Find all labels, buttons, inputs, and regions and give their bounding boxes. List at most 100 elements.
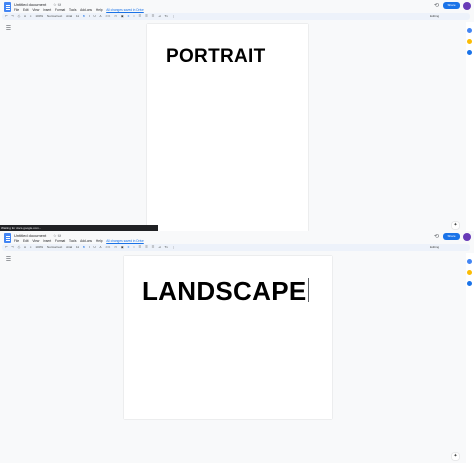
document-page[interactable]: PORTRAIT (147, 24, 308, 231)
document-page[interactable]: LANDSCAPE (124, 256, 332, 419)
share-button[interactable]: Share (443, 233, 460, 240)
text-color-button[interactable]: A (99, 13, 101, 20)
text-cursor (307, 278, 309, 302)
menu-tools[interactable]: Tools (69, 8, 76, 12)
bullets-icon[interactable]: ☰ (145, 13, 148, 20)
portrait-heading[interactable]: PORTRAIT (166, 46, 266, 68)
menu-format[interactable]: Format (55, 8, 65, 12)
bold-button[interactable]: B (83, 13, 85, 20)
docs-window-landscape: Untitled document ☆ ⛁ File Edit View Ins… (0, 231, 474, 463)
docs-logo-icon[interactable] (4, 233, 11, 243)
line-spacing-icon[interactable]: ↕ (133, 13, 135, 20)
avatar[interactable] (463, 233, 471, 241)
comment-icon[interactable]: ▭ (114, 13, 117, 20)
paint-format-icon[interactable]: ⌖ (30, 244, 32, 251)
menu-file[interactable]: File (14, 239, 19, 243)
bold-button[interactable]: B (83, 244, 85, 251)
menu-addons[interactable]: Add-ons (80, 239, 92, 243)
undo-icon[interactable]: ↶ (5, 244, 8, 251)
menu-bar: File Edit View Insert Format Tools Add-o… (14, 239, 147, 243)
comment-icon[interactable]: ▭ (114, 244, 117, 251)
menu-bar: File Edit View Insert Format Tools Add-o… (14, 8, 147, 12)
document-title[interactable]: Untitled document (14, 2, 46, 7)
checklist-icon[interactable]: ☰ (139, 13, 142, 20)
menu-edit[interactable]: Edit (23, 239, 29, 243)
image-icon[interactable]: ▣ (121, 244, 124, 251)
italic-button[interactable]: I (89, 244, 90, 251)
outline-icon[interactable]: ☰ (5, 257, 12, 264)
zoom-select[interactable]: 100% (35, 244, 43, 251)
menu-help[interactable]: Help (96, 239, 103, 243)
align-icon[interactable]: ≡ (128, 244, 130, 251)
style-select[interactable]: Normal text (47, 244, 62, 251)
share-button[interactable]: Share (443, 2, 460, 9)
font-select[interactable]: Arial (66, 244, 72, 251)
link-icon[interactable]: ⊂⊃ (105, 13, 110, 20)
menu-edit[interactable]: Edit (23, 8, 29, 12)
more-icon[interactable]: ⋮ (172, 244, 175, 251)
menu-format[interactable]: Format (55, 239, 65, 243)
avatar[interactable] (463, 2, 471, 10)
line-spacing-icon[interactable]: ↕ (133, 244, 135, 251)
font-select[interactable]: Arial (66, 13, 72, 20)
tasks-icon[interactable] (467, 281, 472, 286)
calendar-icon[interactable] (467, 259, 472, 264)
document-title[interactable]: Untitled document (14, 233, 46, 238)
paint-format-icon[interactable]: ⌖ (30, 13, 32, 20)
calendar-icon[interactable] (467, 28, 472, 33)
editing-mode-select[interactable]: Editing (430, 13, 439, 20)
align-icon[interactable]: ≡ (128, 13, 130, 20)
history-icon[interactable]: ⟲ (433, 3, 440, 10)
print-icon[interactable]: ⎙ (18, 244, 20, 251)
explore-icon[interactable]: ✦ (452, 222, 459, 229)
italic-button[interactable]: I (89, 13, 90, 20)
numbered-list-icon[interactable]: ☰ (152, 13, 155, 20)
menu-insert[interactable]: Insert (43, 239, 51, 243)
editing-mode-select[interactable]: Editing (430, 244, 439, 251)
underline-button[interactable]: U (93, 13, 95, 20)
menu-addons[interactable]: Add-ons (80, 8, 92, 12)
text-color-button[interactable]: A (99, 244, 101, 251)
zoom-select[interactable]: 100% (35, 13, 43, 20)
menu-view[interactable]: View (32, 8, 39, 12)
clear-format-icon[interactable]: Tx (165, 244, 168, 251)
style-select[interactable]: Normal text (47, 13, 62, 20)
numbered-list-icon[interactable]: ☰ (152, 244, 155, 251)
spellcheck-icon[interactable]: A (24, 13, 26, 20)
explore-icon[interactable]: ✦ (452, 453, 459, 460)
outline-icon[interactable]: ☰ (5, 26, 12, 33)
clear-format-icon[interactable]: Tx (165, 13, 168, 20)
spellcheck-icon[interactable]: A (24, 244, 26, 251)
underline-button[interactable]: U (93, 244, 95, 251)
redo-icon[interactable]: ↷ (11, 13, 14, 20)
undo-icon[interactable]: ↶ (5, 13, 8, 20)
menu-help[interactable]: Help (96, 8, 103, 12)
bullets-icon[interactable]: ☰ (145, 244, 148, 251)
print-icon[interactable]: ⎙ (18, 13, 20, 20)
font-size-select[interactable]: 11 (76, 244, 79, 251)
toolbar: ↶ ↷ ⎙ A ⌖ 100% Normal text Arial 11 B I … (2, 244, 470, 251)
keep-icon[interactable] (467, 270, 472, 275)
menu-tools[interactable]: Tools (69, 239, 76, 243)
landscape-heading[interactable]: LANDSCAPE (142, 276, 309, 307)
star-move-icons[interactable]: ☆ ⛁ (53, 2, 61, 7)
image-icon[interactable]: ▣ (121, 13, 124, 20)
menu-file[interactable]: File (14, 8, 19, 12)
last-edit-link[interactable]: All changes saved in Drive (106, 239, 144, 243)
link-icon[interactable]: ⊂⊃ (105, 244, 110, 251)
history-icon[interactable]: ⟲ (433, 234, 440, 241)
keep-icon[interactable] (467, 39, 472, 44)
checklist-icon[interactable]: ☰ (139, 244, 142, 251)
menu-view[interactable]: View (32, 239, 39, 243)
side-panel (466, 22, 474, 231)
redo-icon[interactable]: ↷ (11, 244, 14, 251)
last-edit-link[interactable]: All changes saved in Drive (106, 8, 144, 12)
indent-icon[interactable]: ⇥ (158, 13, 161, 20)
menu-insert[interactable]: Insert (43, 8, 51, 12)
indent-icon[interactable]: ⇥ (158, 244, 161, 251)
star-move-icons[interactable]: ☆ ⛁ (53, 233, 61, 238)
docs-logo-icon[interactable] (4, 2, 11, 12)
tasks-icon[interactable] (467, 50, 472, 55)
more-icon[interactable]: ⋮ (172, 13, 175, 20)
font-size-select[interactable]: 11 (76, 13, 79, 20)
